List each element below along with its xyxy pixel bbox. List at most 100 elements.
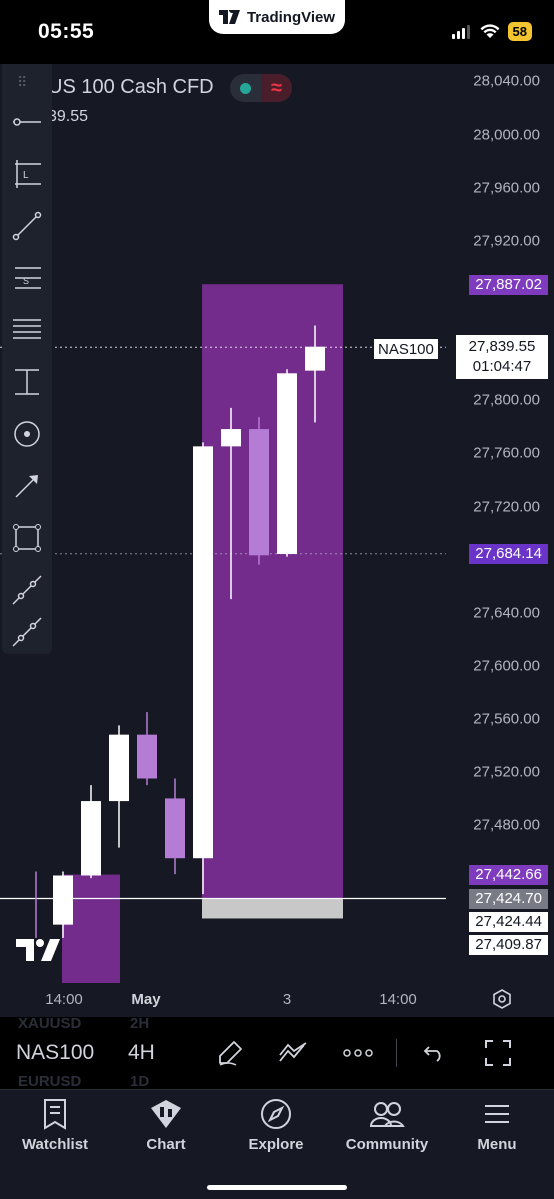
- horizontal-ray-tool-icon[interactable]: [7, 102, 47, 142]
- candle-body: [193, 446, 213, 859]
- white-price-tag: 27,409.87: [469, 935, 548, 955]
- community-icon: [369, 1102, 405, 1127]
- range-box-base: [202, 898, 343, 919]
- drag-handle-icon[interactable]: ⠿: [17, 74, 28, 91]
- time-axis-label: 14:00: [379, 991, 417, 1008]
- status-icons: 58: [451, 22, 532, 41]
- candle-body: [277, 373, 297, 554]
- signal-icon: [451, 24, 470, 39]
- range-top-price-tag: 27,887.02: [469, 275, 548, 295]
- ghost-timeframe-below: 1D: [130, 1073, 150, 1089]
- long-position-tool-icon[interactable]: L: [7, 154, 47, 194]
- svg-text:S: S: [23, 276, 29, 286]
- svg-text:L: L: [23, 170, 29, 181]
- ghost-timeframe-above: 2H: [130, 1017, 150, 1032]
- ghost-symbol-below: EURUSD: [18, 1073, 82, 1089]
- tradingview-pill[interactable]: TradingView: [209, 0, 345, 34]
- circle-target-tool-icon[interactable]: [7, 414, 47, 454]
- chart-pane[interactable]: US 100 Cash CFD 39.55 ≈ 28,040.00 28,000…: [0, 64, 554, 1017]
- range-bottom-price-tag: 27,442.66: [469, 865, 548, 885]
- wifi-icon: [480, 24, 500, 38]
- time-axis-label: 14:00: [45, 991, 83, 1008]
- price-axis-label: 27,920.00: [473, 232, 540, 250]
- symbol-title[interactable]: US 100 Cash CFD: [48, 76, 214, 99]
- drawing-toolbar: ⠿ L S: [2, 64, 52, 654]
- more-options-icon[interactable]: [340, 1035, 376, 1071]
- price-axis-label: 28,000.00: [473, 126, 540, 144]
- symbol-sub-value: 39.55: [48, 108, 89, 125]
- candle-body: [137, 734, 157, 779]
- gray-price-tag: 27,424.70: [469, 889, 548, 909]
- time-axis-label: 3: [282, 991, 292, 1008]
- chart-icon: [151, 1100, 181, 1128]
- candle-body: [53, 875, 73, 925]
- candle-body: [109, 734, 129, 802]
- candle-body: [305, 346, 325, 371]
- nav-watchlist[interactable]: Watchlist: [5, 1098, 105, 1153]
- nav-label: Explore: [248, 1136, 304, 1153]
- bottom-navigation: Watchlist Chart Explore Community Menu: [0, 1089, 554, 1199]
- ray-line-tool-icon[interactable]: [7, 612, 47, 652]
- symbol-toolbar: XAUUSD 2H NAS100 4H EURUSD 1D: [0, 1017, 554, 1089]
- price-axis-label: 27,600.00: [473, 657, 540, 675]
- price-axis-label: 27,760.00: [473, 444, 540, 462]
- home-indicator: [207, 1185, 347, 1190]
- last-price-value: 27,839.55: [468, 338, 536, 355]
- brand-label: TradingView: [246, 8, 336, 26]
- range-mid-price-tag: 27,684.14: [469, 544, 548, 564]
- price-axis-label: 27,560.00: [473, 710, 540, 728]
- indicators-icon[interactable]: [276, 1035, 312, 1071]
- status-time: 05:55: [38, 20, 95, 43]
- nav-explore[interactable]: Explore: [226, 1098, 326, 1153]
- drawing-pen-icon[interactable]: [212, 1035, 248, 1071]
- parallel-channel-tool-icon[interactable]: [7, 310, 47, 350]
- price-axis-label: 28,040.00: [473, 72, 540, 90]
- price-range-tool-icon[interactable]: [7, 362, 47, 402]
- nav-chart[interactable]: Chart: [116, 1098, 216, 1153]
- nav-label: Chart: [146, 1136, 186, 1153]
- bar-countdown: 01:04:47: [472, 358, 532, 375]
- price-axis-label: 27,720.00: [473, 498, 540, 516]
- candle-body: [81, 801, 101, 876]
- extended-line-tool-icon[interactable]: [7, 570, 47, 610]
- price-axis-label: 27,640.00: [473, 604, 540, 622]
- trend-line-tool-icon[interactable]: [7, 206, 47, 246]
- time-axis[interactable]: 14:00 May 3 14:00: [0, 983, 554, 1017]
- price-axis-label: 27,960.00: [473, 179, 540, 197]
- candle-body: [249, 429, 269, 556]
- symbol-price-line-label: NAS100: [373, 338, 439, 360]
- ghost-symbol-above: XAUUSD: [18, 1017, 82, 1032]
- compass-icon: [261, 1099, 291, 1129]
- market-status-toggle[interactable]: ≈: [230, 74, 292, 102]
- nav-community[interactable]: Community: [337, 1098, 437, 1153]
- price-axis-label: 27,520.00: [473, 763, 540, 781]
- market-open-dot-icon: [240, 82, 251, 94]
- nav-menu[interactable]: Menu: [447, 1098, 547, 1153]
- white-price-tag: 27,424.44: [469, 912, 548, 932]
- battery-indicator: 58: [507, 22, 532, 41]
- price-axis-label: 27,480.00: [473, 816, 540, 834]
- watchlist-icon: [44, 1099, 66, 1130]
- fullscreen-icon[interactable]: [480, 1035, 516, 1071]
- rectangle-tool-icon[interactable]: [7, 518, 47, 558]
- tradingview-watermark-icon: [16, 939, 60, 966]
- range-box: [202, 284, 343, 899]
- short-position-tool-icon[interactable]: S: [7, 258, 47, 298]
- candle-body: [165, 798, 185, 859]
- nav-label: Menu: [477, 1136, 517, 1153]
- status-bar: 05:55 TradingView 58: [0, 0, 554, 64]
- undo-icon[interactable]: [416, 1035, 452, 1071]
- symbol-selector[interactable]: NAS100: [16, 1041, 94, 1065]
- arrow-tool-icon[interactable]: [7, 466, 47, 506]
- chart-settings-icon[interactable]: [492, 989, 512, 1014]
- menu-icon: [485, 1105, 509, 1123]
- toolbar-divider: [396, 1039, 397, 1067]
- tradingview-logo-icon: [218, 10, 240, 24]
- last-price-tag: 27,839.55 01:04:47: [456, 335, 548, 379]
- wave-icon: ≈: [261, 74, 292, 102]
- nav-label: Watchlist: [21, 1136, 89, 1153]
- timeframe-selector[interactable]: 4H: [128, 1041, 155, 1065]
- nav-label: Community: [345, 1136, 429, 1153]
- time-axis-label: May: [131, 991, 161, 1008]
- price-axis-label: 27,800.00: [473, 391, 540, 409]
